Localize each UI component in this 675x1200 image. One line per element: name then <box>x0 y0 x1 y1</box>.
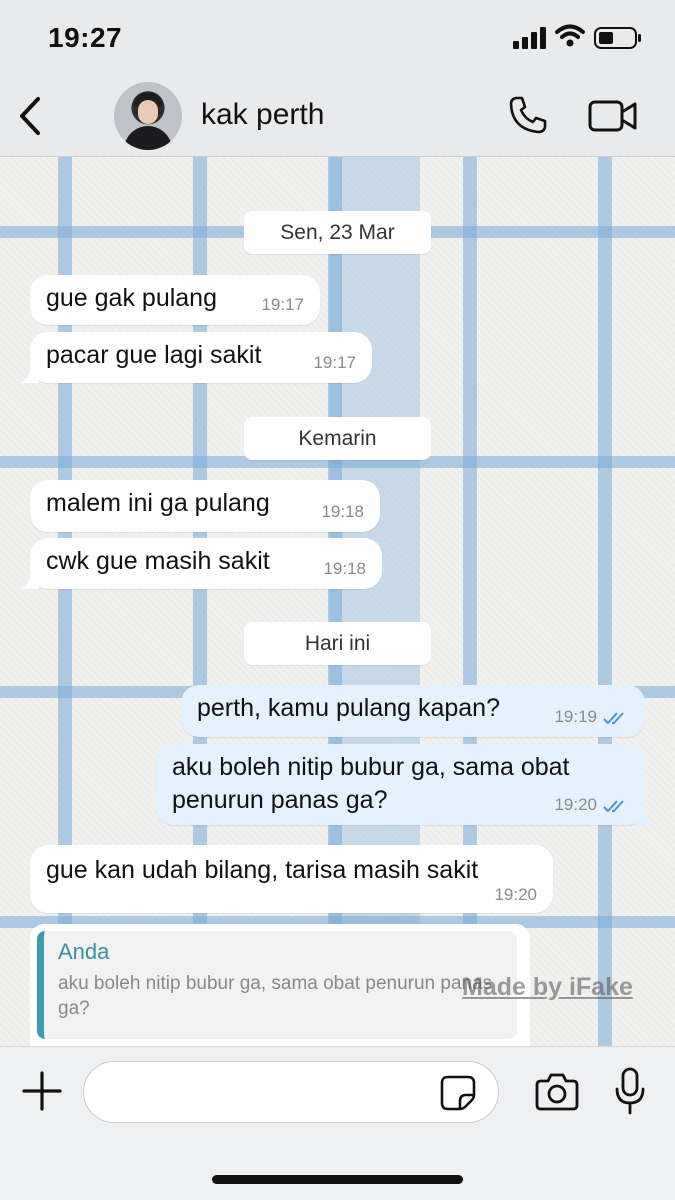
message-text: cwk gue masih sakit <box>46 547 270 575</box>
incoming-message[interactable]: pacar gue lagi sakit 19:17 <box>21 332 372 383</box>
incoming-message[interactable]: gue gak pulang 19:17 <box>30 275 320 325</box>
message-input[interactable] <box>83 1061 499 1123</box>
sticker-icon[interactable] <box>440 1075 476 1111</box>
date-divider: Kemarin <box>244 417 431 460</box>
phone-icon[interactable] <box>508 95 548 135</box>
quote-text: aku boleh nitip bubur ga, sama obat penu… <box>58 973 493 1019</box>
message-text: malem ini ga pulang <box>46 489 270 517</box>
battery-icon <box>594 27 641 49</box>
outgoing-message[interactable]: aku boleh nitip bubur ga, sama obat penu… <box>156 744 654 825</box>
date-divider: Hari ini <box>244 622 431 665</box>
message-time: 19:20 <box>554 795 597 814</box>
bubble-tail <box>21 367 39 383</box>
chat-area[interactable]: Sen, 23 Mar gue gak pulang 19:17 pacar g… <box>0 157 675 1046</box>
camera-icon[interactable] <box>535 1071 579 1111</box>
reply-preview[interactable]: Anda aku boleh nitip bubur ga, sama obat… <box>30 924 530 1046</box>
chat-header: 19:27 kak perth <box>0 0 675 157</box>
read-ticks-icon <box>603 800 624 813</box>
contact-avatar[interactable] <box>114 82 182 150</box>
message-time: 19:18 <box>321 502 364 521</box>
quoted-message[interactable]: Anda aku boleh nitip bubur ga, sama obat… <box>37 931 517 1039</box>
input-bar <box>0 1046 675 1200</box>
read-ticks-icon <box>603 712 624 725</box>
message-time: 19:17 <box>313 353 356 372</box>
status-time: 19:27 <box>48 22 123 53</box>
watermark: Made by iFake <box>462 973 633 1001</box>
signal-icon <box>513 27 546 49</box>
microphone-icon[interactable] <box>614 1067 646 1115</box>
incoming-message[interactable]: malem ini ga pulang 19:18 <box>30 480 380 532</box>
incoming-message[interactable]: gue kan udah bilang, tarisa masih sakit … <box>30 845 553 913</box>
date-divider: Sen, 23 Mar <box>244 211 431 254</box>
message-time: 19:17 <box>261 295 304 314</box>
video-camera-icon[interactable] <box>588 98 638 134</box>
bubble-tail <box>21 573 39 589</box>
bubble-tail <box>636 809 654 825</box>
outgoing-message[interactable]: perth, kamu pulang kapan? 19:19 <box>181 685 645 737</box>
message-time: 19:19 <box>554 707 597 726</box>
message-time: 19:18 <box>323 559 366 578</box>
contact-name[interactable]: kak perth <box>201 98 324 132</box>
quote-author: Anda <box>58 939 110 964</box>
message-time: 19:20 <box>494 885 537 904</box>
back-chevron-icon[interactable] <box>14 94 48 138</box>
message-text: gue kan udah bilang, tarisa masih sakit <box>46 856 479 884</box>
incoming-message[interactable]: cwk gue masih sakit 19:18 <box>21 538 382 589</box>
plus-icon[interactable] <box>22 1071 62 1111</box>
message-text: pacar gue lagi sakit <box>46 341 262 369</box>
home-indicator[interactable] <box>212 1175 463 1184</box>
wifi-icon <box>555 24 585 47</box>
